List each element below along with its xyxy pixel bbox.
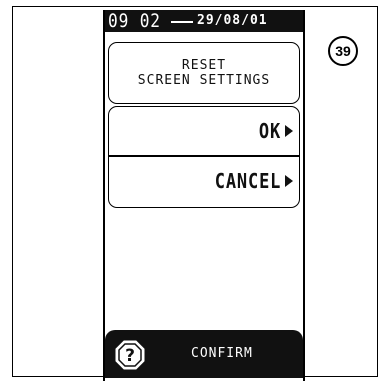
- ok-button[interactable]: OK: [109, 107, 299, 155]
- ok-button-label: OK: [258, 119, 281, 143]
- cancel-button-label: CANCEL: [214, 169, 281, 193]
- confirm-label: CONFIRM: [191, 346, 253, 361]
- arrow-right-icon: [285, 175, 293, 187]
- svg-text:?: ?: [125, 346, 135, 366]
- cancel-button[interactable]: CANCEL: [109, 157, 299, 205]
- clock-time: 09 02: [108, 10, 161, 32]
- title-line-1: RESET: [181, 58, 227, 73]
- step-number-badge: 39: [328, 36, 358, 66]
- status-bar: 09 02 29/08/01: [105, 10, 303, 32]
- title-line-2: SCREEN SETTINGS: [137, 73, 271, 88]
- device-screen: 09 02 29/08/01 RESET SCREEN SETTINGS OK …: [103, 10, 305, 381]
- status-separator: [171, 21, 193, 23]
- action-group: OK CANCEL: [108, 106, 300, 208]
- screen-title-box: RESET SCREEN SETTINGS: [108, 42, 300, 104]
- status-date: 29/08/01: [197, 13, 268, 28]
- question-mark-icon[interactable]: ?: [115, 340, 145, 370]
- confirm-bar[interactable]: ? CONFIRM: [105, 330, 303, 378]
- arrow-right-icon: [285, 125, 293, 137]
